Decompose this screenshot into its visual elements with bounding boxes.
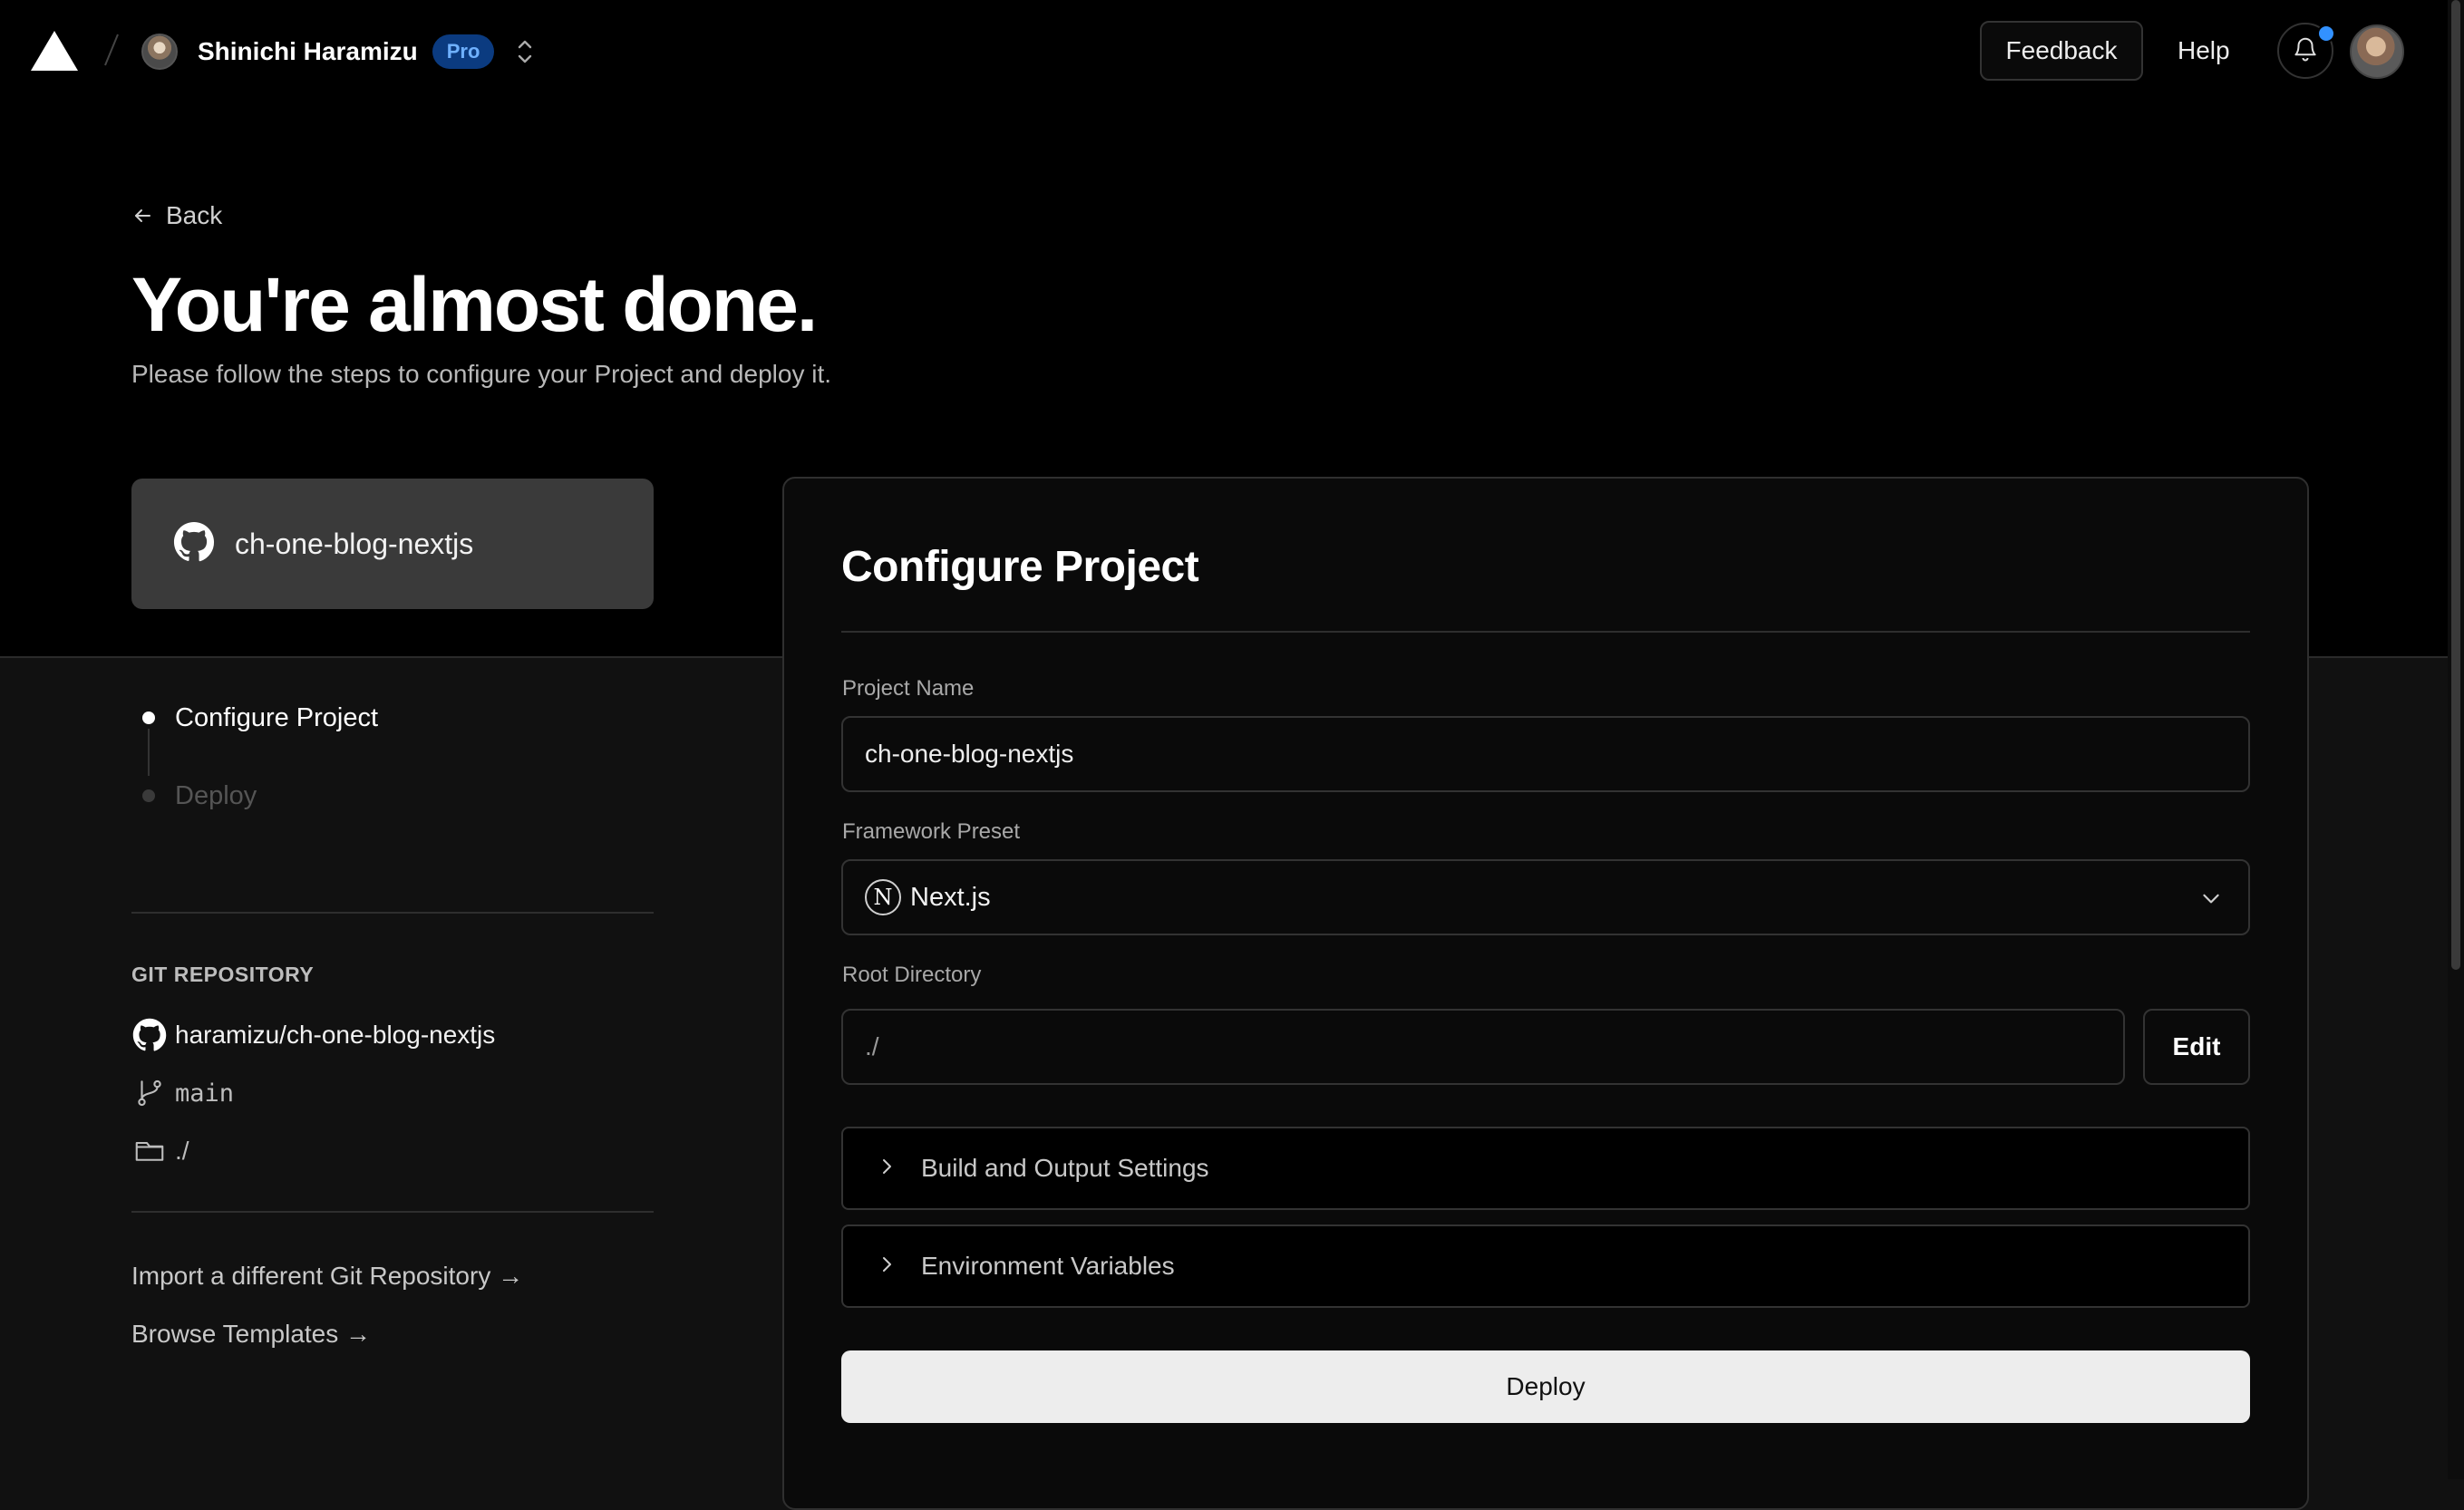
root-directory-label: Root Directory (842, 963, 982, 987)
chevron-right-icon (876, 1253, 897, 1280)
scrollbar-thumb[interactable] (2451, 0, 2460, 970)
chevron-down-icon (2199, 886, 2223, 915)
top-navigation: Shinichi Haramizu Pro Feedback Help (0, 0, 2464, 103)
chevron-up-down-icon[interactable] (514, 35, 536, 68)
environment-variables-label: Environment Variables (921, 1252, 1175, 1280)
git-directory-path: ./ (175, 1137, 189, 1165)
framework-preset-select[interactable]: N Next.js (841, 859, 2250, 935)
git-branch-icon (131, 1075, 168, 1111)
team-name: Shinichi Haramizu (198, 37, 418, 65)
step-label: Deploy (175, 780, 257, 810)
nextjs-icon: N (865, 879, 901, 915)
breadcrumb-separator (98, 27, 125, 73)
arrow-left-icon (135, 209, 150, 222)
back-link[interactable]: Back (131, 198, 222, 234)
git-repo-name: haramizu/ch-one-blog-nextjs (175, 1021, 496, 1049)
feedback-button[interactable]: Feedback (1980, 21, 2143, 81)
project-name-input[interactable] (841, 716, 2250, 792)
framework-preset-label: Framework Preset (842, 819, 1021, 844)
edit-root-directory-button[interactable]: Edit (2143, 1009, 2250, 1085)
github-icon (173, 521, 215, 567)
bell-icon (2292, 35, 2319, 67)
import-different-repo-link[interactable]: Import a different Git Repository → (131, 1258, 523, 1294)
step-active-dot (142, 711, 155, 724)
step-pending-dot (142, 789, 155, 802)
help-link[interactable]: Help (2178, 21, 2230, 81)
folder-icon (131, 1133, 168, 1169)
project-name-label: Project Name (842, 676, 975, 701)
git-repository-heading: GIT REPOSITORY (131, 963, 315, 986)
page-subtitle: Please follow the steps to configure you… (131, 360, 831, 388)
user-avatar[interactable] (2350, 24, 2404, 79)
notification-indicator (2317, 24, 2335, 43)
build-output-settings-toggle[interactable]: Build and Output Settings (841, 1127, 2250, 1210)
plan-badge: Pro (432, 34, 495, 69)
configure-project-title: Configure Project (841, 543, 1199, 591)
sidebar-divider (131, 1211, 654, 1213)
team-avatar (141, 34, 178, 70)
git-branch-row: main (131, 1073, 234, 1113)
sidebar-divider (131, 912, 654, 914)
github-icon (131, 1017, 168, 1053)
browse-templates-link[interactable]: Browse Templates → (131, 1316, 371, 1352)
step-deploy: Deploy (131, 776, 257, 816)
page-title: You're almost done. (131, 262, 818, 347)
root-directory-input[interactable] (841, 1009, 2125, 1085)
git-repo-row[interactable]: haramizu/ch-one-blog-nextjs (131, 1015, 495, 1055)
step-label: Configure Project (175, 702, 379, 732)
repository-name: ch-one-blog-nextjs (235, 527, 474, 560)
build-output-settings-label: Build and Output Settings (921, 1154, 1209, 1182)
back-label: Back (166, 201, 223, 229)
git-directory-row: ./ (131, 1131, 189, 1171)
chevron-right-icon (876, 1156, 897, 1182)
panel-divider (841, 631, 2250, 633)
deploy-button[interactable]: Deploy (841, 1350, 2250, 1423)
environment-variables-toggle[interactable]: Environment Variables (841, 1224, 2250, 1308)
team-switcher[interactable]: Shinichi Haramizu Pro (141, 27, 536, 76)
git-branch-name: main (175, 1079, 235, 1108)
step-configure-project: Configure Project (131, 698, 378, 738)
framework-preset-value: Next.js (910, 882, 991, 912)
vercel-logo-icon[interactable] (31, 31, 78, 71)
repository-card: ch-one-blog-nextjs (131, 479, 654, 609)
